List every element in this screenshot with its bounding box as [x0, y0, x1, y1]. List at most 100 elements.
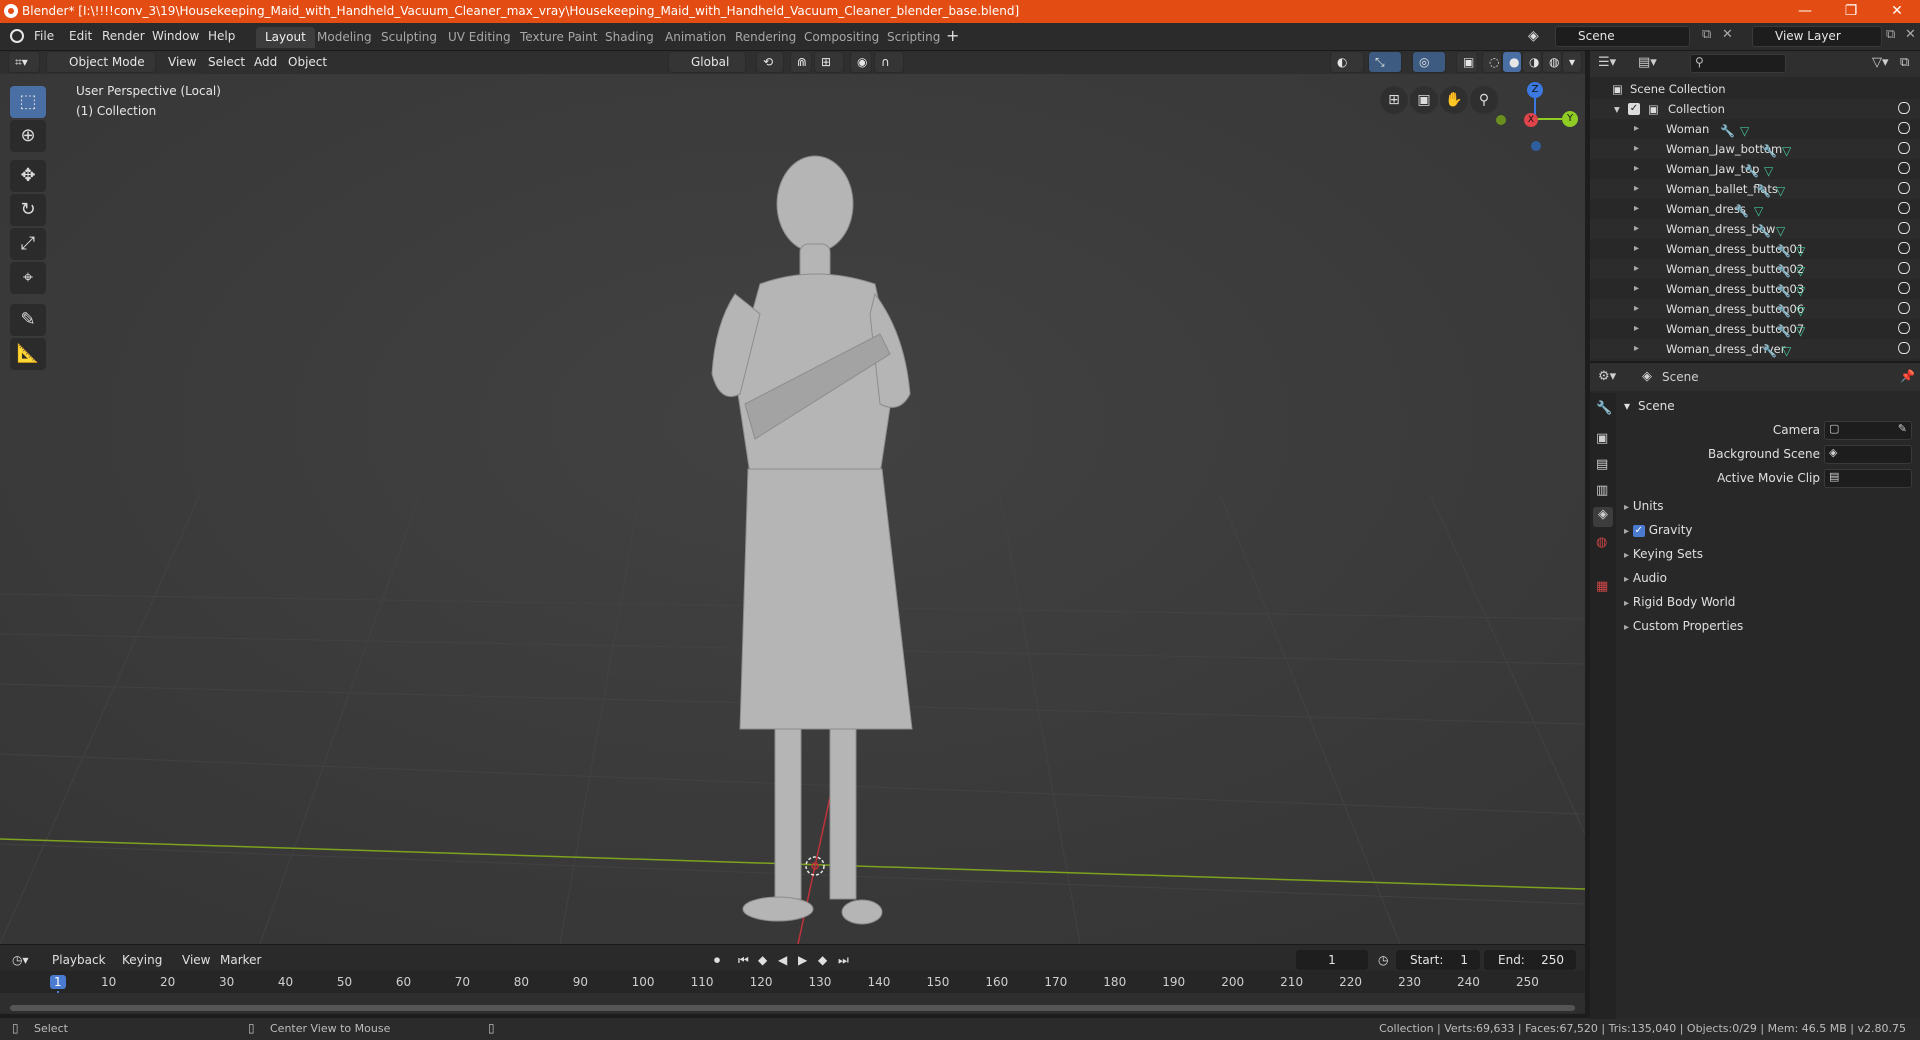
properties-editor-type-icon[interactable]: ⚙▾ [1598, 369, 1616, 384]
menu-help[interactable]: Help [208, 29, 235, 43]
timeline-menu-keying[interactable]: Keying [122, 953, 162, 967]
outliner-row-object[interactable]: ▸ Woman_ballet_flats 🔧 ▽ [1590, 179, 1920, 199]
pivot-point-icon[interactable]: ⟲ [756, 51, 784, 73]
scene-panel-title[interactable]: Scene [1638, 399, 1675, 413]
modifier-icon[interactable]: 🔧 [1720, 121, 1735, 141]
proportional-edit-icon[interactable]: ◉ [850, 51, 872, 73]
shading-options-icon[interactable]: ▾ [1562, 51, 1582, 73]
shading-rendered-icon[interactable]: ◍ [1542, 51, 1562, 73]
rotate-tool-icon[interactable]: ↻ [10, 194, 46, 226]
blender-menu-icon[interactable] [10, 29, 24, 43]
subpanel-keying-sets[interactable]: ▸ Keying Sets [1624, 547, 1914, 561]
scene-panel-arrow-icon[interactable]: ▾ [1624, 399, 1630, 413]
annotate-tool-icon[interactable]: ✎ [10, 304, 46, 336]
filter-icon[interactable]: ▽▾ [1872, 55, 1889, 70]
visibility-eye-icon[interactable] [1898, 282, 1910, 294]
outliner-editor-type-icon[interactable]: ☰▾ [1598, 55, 1616, 70]
properties-editor[interactable]: ⚙▾ ◈ Scene 📌 🔧 ▣ ▤ ▥ ◈ ◍ ▦ ▾ Scene Camer… [1590, 362, 1920, 1019]
tab-rendering[interactable]: Rendering [726, 27, 805, 48]
expand-arrow-icon[interactable]: ▸ [1634, 199, 1639, 219]
outliner-row-object[interactable]: ▸ Woman_dress 🔧 ▽ [1590, 199, 1920, 219]
3d-viewport[interactable]: User Perspective (Local) (1) Collection … [0, 74, 1585, 944]
transform-orientation-dropdown[interactable]: Global [668, 51, 746, 73]
menu-file[interactable]: File [34, 29, 54, 43]
shading-solid-icon[interactable]: ● [1502, 51, 1522, 73]
outliner-row-object[interactable]: ▸ Woman_dress_button06 🔧 ▽ [1590, 299, 1920, 319]
start-frame-field[interactable]: Start: 1 [1396, 950, 1480, 970]
timeline-menu-view[interactable]: View [182, 953, 210, 967]
subpanel-gravity[interactable]: ▸ ✓ Gravity [1624, 523, 1914, 537]
mesh-data-icon[interactable]: ▽ [1764, 161, 1773, 181]
snap-icon[interactable]: ⋒ [790, 51, 812, 73]
expand-arrow-icon[interactable]: ▸ [1634, 299, 1639, 319]
zoom-view-icon[interactable]: ⚲ [1470, 86, 1498, 114]
menu-edit[interactable]: Edit [69, 29, 92, 43]
gizmo-toggle-icon[interactable]: ⤡ [1368, 51, 1402, 73]
mesh-data-icon[interactable]: ▽ [1796, 261, 1805, 281]
toggle-ortho-icon[interactable]: ⊞ [1380, 86, 1408, 114]
outliner-row-collection[interactable]: ▾ ✓ ▣ Collection [1590, 99, 1920, 119]
expand-arrow-icon[interactable]: ▸ [1634, 159, 1639, 179]
subpanel-rigid-body-world[interactable]: ▸ Rigid Body World [1624, 595, 1914, 609]
camera-field[interactable]: ▢ ✎ [1824, 421, 1912, 440]
timeline-scrollbar[interactable] [10, 1005, 1575, 1011]
expand-arrow-icon[interactable]: ▸ [1634, 219, 1639, 239]
subpanel-audio[interactable]: ▸ Audio [1624, 571, 1914, 585]
snap-target-icon[interactable]: ⊞ [814, 51, 844, 73]
expand-arrow-icon[interactable]: ▸ [1634, 239, 1639, 259]
minimize-button[interactable]: — [1782, 1, 1828, 22]
eyedropper-icon[interactable]: ✎ [1898, 422, 1907, 435]
visibility-eye-icon[interactable] [1898, 342, 1910, 354]
pan-view-icon[interactable]: ✋ [1440, 86, 1468, 114]
gizmo-x-axis[interactable]: X [1524, 113, 1538, 127]
jump-start-icon[interactable]: ⏮ [738, 953, 749, 968]
object-mode-dropdown[interactable]: Object Mode [46, 51, 156, 73]
subpanel-units[interactable]: ▸ Units [1624, 499, 1914, 513]
visibility-eye-icon[interactable] [1898, 222, 1910, 234]
visibility-eye-icon[interactable] [1898, 102, 1910, 114]
visibility-eye-icon[interactable] [1898, 182, 1910, 194]
outliner-row-object[interactable]: ▸ Woman_dress_driver 🔧 ▽ [1590, 339, 1920, 359]
tab-sculpting[interactable]: Sculpting [372, 27, 446, 48]
scene-selector[interactable]: Scene [1555, 26, 1690, 47]
background-scene-field[interactable]: ◈ [1824, 445, 1912, 464]
outliner-row-object[interactable]: ▸ Woman_dress_button07 🔧 ▽ [1590, 319, 1920, 339]
visibility-eye-icon[interactable] [1898, 142, 1910, 154]
viewport-menu-select[interactable]: Select [208, 55, 245, 69]
mesh-data-icon[interactable]: ▽ [1796, 301, 1805, 321]
mesh-data-icon[interactable]: ▽ [1740, 121, 1749, 141]
delete-view-layer-icon[interactable]: ✕ [1905, 27, 1916, 42]
visibility-eye-icon[interactable] [1898, 242, 1910, 254]
viewport-menu-add[interactable]: Add [254, 55, 277, 69]
modifier-icon[interactable]: 🔧 [1776, 281, 1791, 301]
mesh-data-icon[interactable]: ▽ [1754, 201, 1763, 221]
modifier-icon[interactable]: 🔧 [1762, 341, 1777, 361]
outliner-row-object[interactable]: ▸ Woman_Jaw_top 🔧 ▽ [1590, 159, 1920, 179]
mesh-data-icon[interactable]: ▽ [1796, 321, 1805, 341]
scale-tool-icon[interactable]: ⤢ [10, 228, 46, 260]
xray-toggle-icon[interactable]: ▣ [1456, 51, 1478, 73]
move-tool-icon[interactable]: ✥ [10, 160, 46, 192]
menu-window[interactable]: Window [152, 29, 199, 43]
expand-arrow-icon[interactable]: ▸ [1634, 339, 1639, 359]
play-reverse-icon[interactable]: ◀ [778, 953, 787, 967]
timeline-menu-playback[interactable]: Playback [52, 953, 106, 967]
close-button[interactable]: ✕ [1874, 1, 1920, 22]
expand-arrow-icon[interactable]: ▸ [1634, 139, 1639, 159]
current-frame-field[interactable]: 1 [1296, 950, 1368, 970]
navigation-gizmo[interactable]: Z Y X [1496, 82, 1580, 154]
modifier-icon[interactable]: 🔧 [1756, 221, 1771, 241]
expand-arrow-icon[interactable]: ▸ [1634, 259, 1639, 279]
transform-tool-icon[interactable]: ⌖ [10, 262, 46, 294]
mesh-data-icon[interactable]: ▽ [1776, 221, 1785, 241]
new-view-layer-icon[interactable]: ⧉ [1886, 27, 1895, 42]
world-tab-icon[interactable]: ◍ [1596, 535, 1607, 550]
tab-compositing[interactable]: Compositing [795, 27, 888, 48]
modifier-icon[interactable]: 🔧 [1776, 241, 1791, 261]
tab-scripting[interactable]: Scripting [878, 27, 949, 48]
modifier-icon[interactable]: 🔧 [1734, 201, 1749, 221]
timeline-editor[interactable]: ◷▾ Playback Keying View Marker ⏺ ⏮ ◆ ◀ ▶… [0, 944, 1585, 1014]
cursor-tool-icon[interactable]: ⊕ [10, 120, 46, 152]
timeline-menu-marker[interactable]: Marker [220, 953, 261, 967]
view-layer-tab-icon[interactable]: ▥ [1596, 483, 1608, 498]
